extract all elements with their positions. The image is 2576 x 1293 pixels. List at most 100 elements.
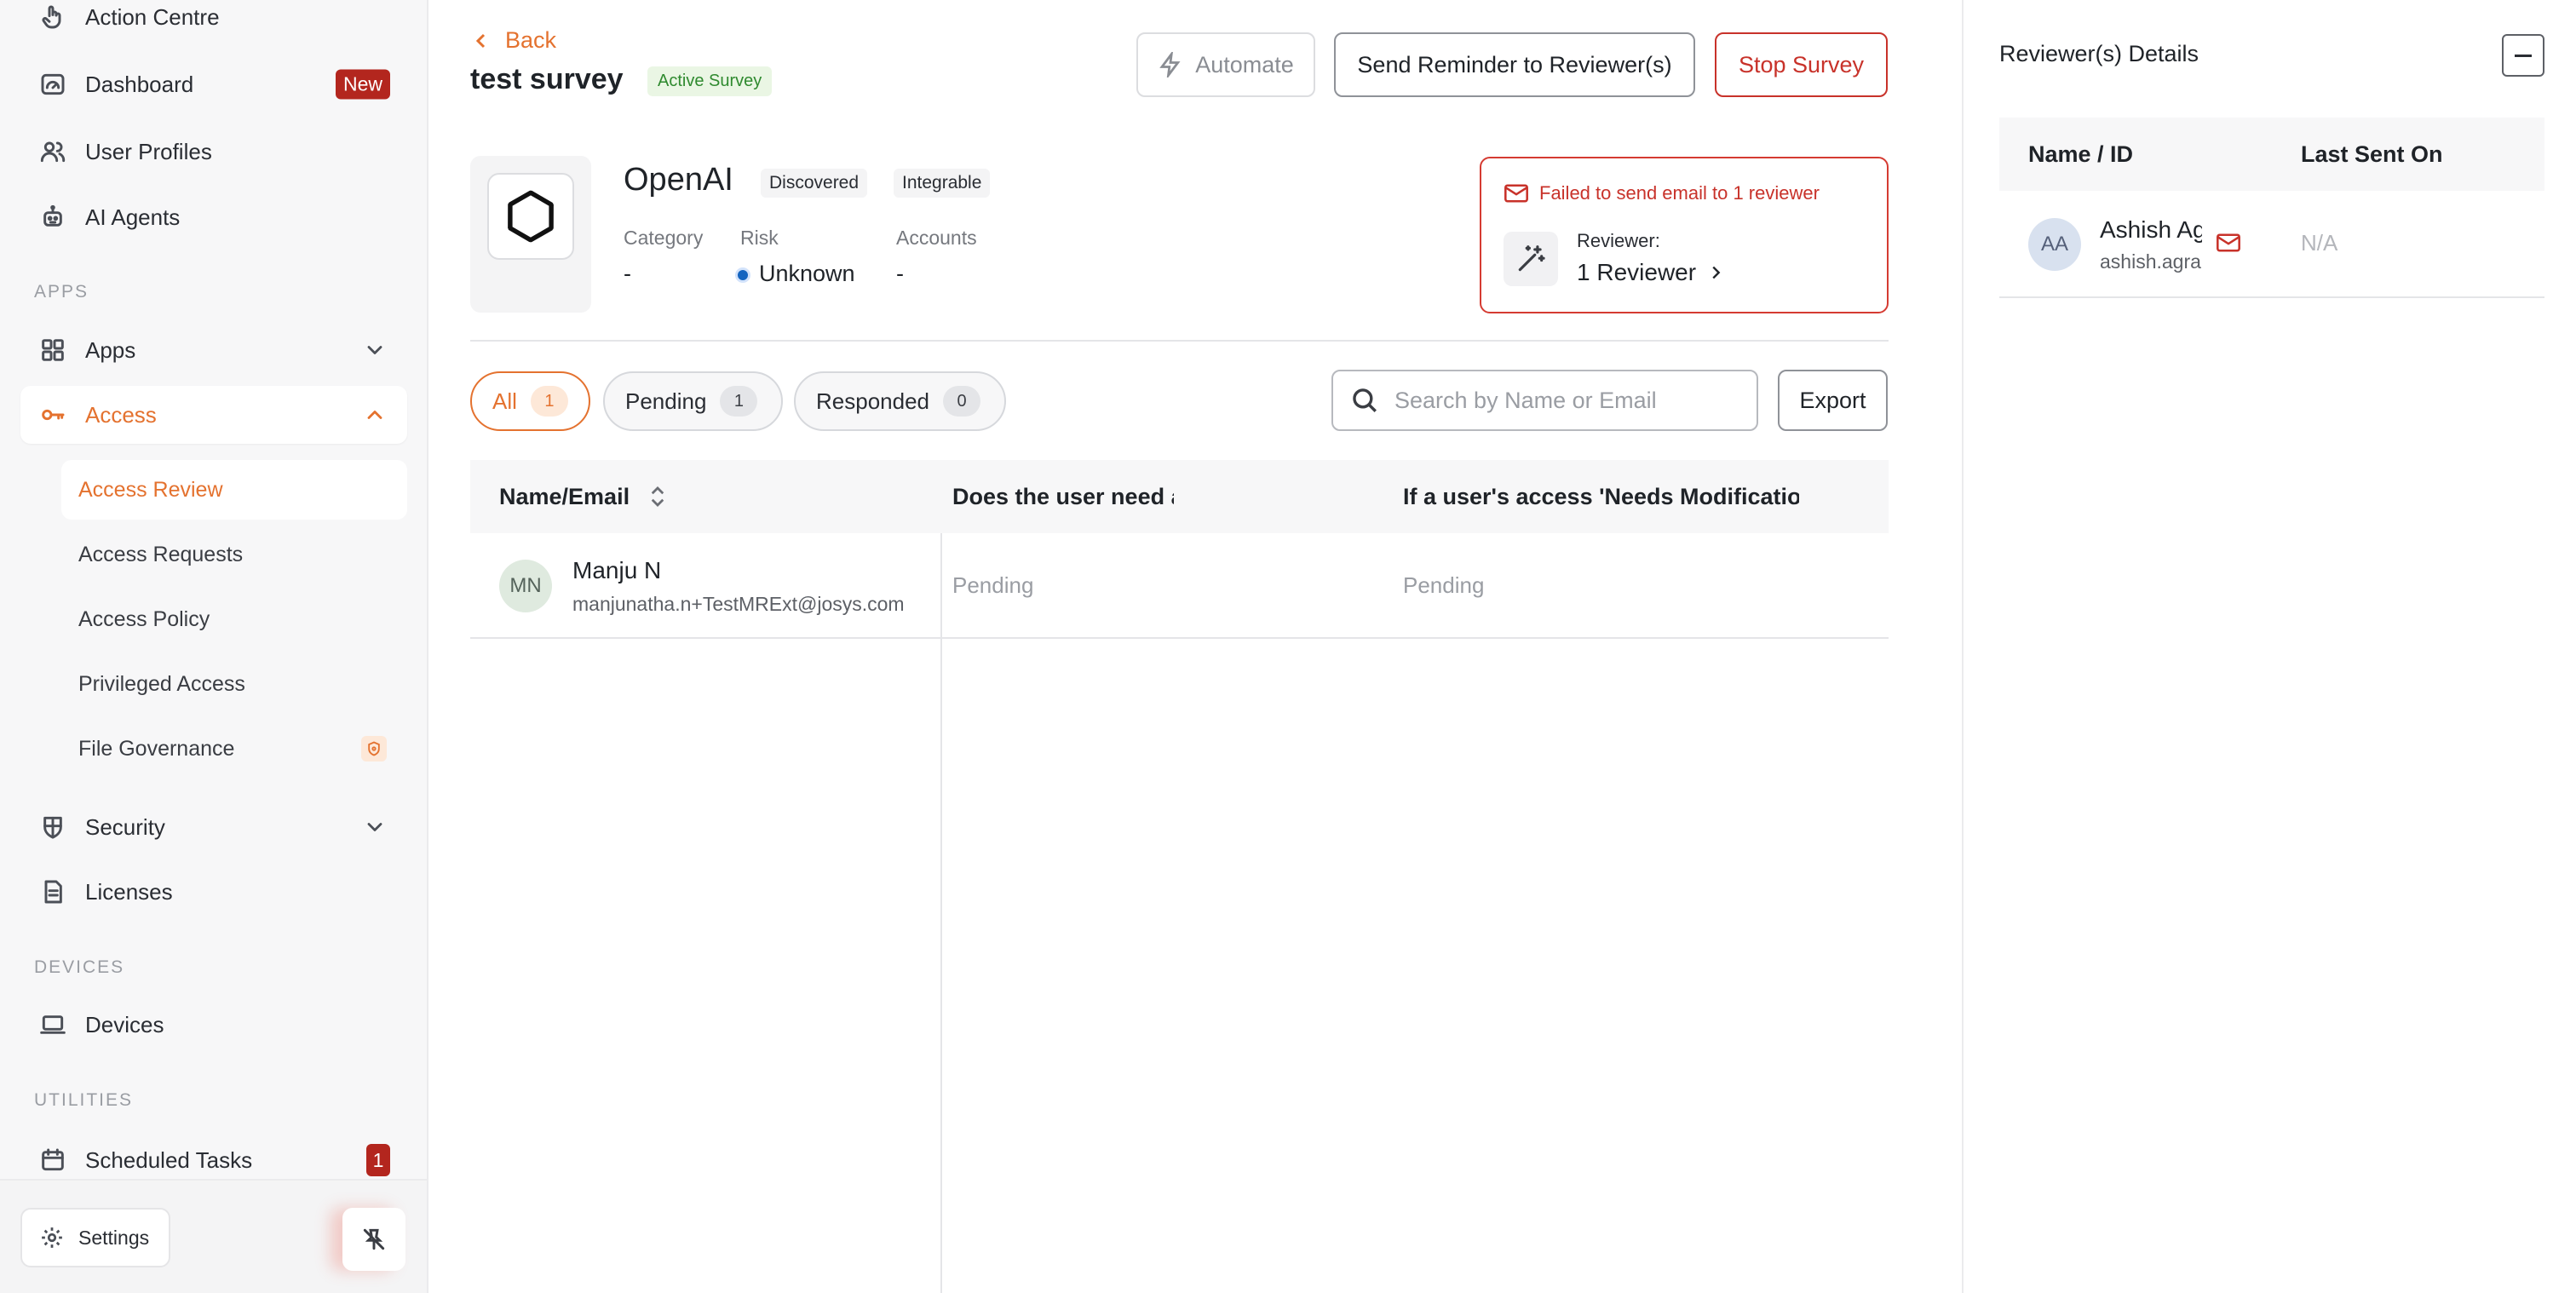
send-reminder-button[interactable]: Send Reminder to Reviewer(s) bbox=[1334, 32, 1695, 97]
tab-all[interactable]: All 1 bbox=[470, 371, 590, 431]
section-label-apps: APPS bbox=[34, 282, 89, 302]
accounts-label: Accounts bbox=[896, 227, 977, 249]
reviewer-details-panel: Reviewer(s) Details Name / ID Last Sent … bbox=[1962, 0, 2576, 1293]
collapse-panel-button[interactable] bbox=[2502, 34, 2544, 77]
search-box bbox=[1331, 370, 1758, 431]
sidebar-item-ai-agents[interactable]: AI Agents bbox=[20, 188, 407, 246]
key-icon bbox=[37, 399, 68, 430]
column-divider bbox=[940, 533, 942, 1293]
risk-text: Unknown bbox=[759, 261, 855, 286]
export-button[interactable]: Export bbox=[1778, 370, 1888, 431]
section-divider bbox=[470, 340, 1889, 342]
search-input[interactable] bbox=[1394, 387, 1752, 414]
avatar: MN bbox=[499, 560, 552, 612]
main-content: Back test survey Active Survey Automate … bbox=[428, 0, 1962, 1293]
sidebar-item-access-policy[interactable]: Access Policy bbox=[61, 589, 407, 649]
category-value: - bbox=[624, 261, 631, 286]
sidebar-item-user-profiles[interactable]: User Profiles bbox=[20, 123, 407, 181]
integrable-tag: Integrable bbox=[894, 169, 991, 198]
sidebar-item-label: Action Centre bbox=[85, 3, 220, 30]
sidebar-item-label: Access Policy bbox=[78, 606, 210, 631]
section-label-utilities: UTILITIES bbox=[34, 1090, 134, 1110]
users-icon bbox=[37, 136, 68, 167]
reviewer-label: Reviewer: bbox=[1577, 230, 1660, 251]
shield-outline-icon bbox=[37, 812, 68, 842]
tab-responded[interactable]: Responded 0 bbox=[794, 371, 1006, 431]
sidebar-item-label: File Governance bbox=[78, 736, 235, 761]
sidebar-footer: Settings bbox=[0, 1179, 427, 1293]
risk-label: Risk bbox=[740, 227, 779, 249]
reviewer-link-label: 1 Reviewer bbox=[1577, 259, 1697, 285]
user-name: Manju N bbox=[572, 557, 662, 583]
robot-icon bbox=[37, 202, 68, 233]
document-icon bbox=[37, 876, 68, 907]
settings-button[interactable]: Settings bbox=[20, 1208, 170, 1267]
category-label: Category bbox=[624, 227, 704, 249]
sidebar-item-file-governance[interactable]: File Governance bbox=[61, 719, 407, 779]
automate-label: Automate bbox=[1195, 51, 1294, 78]
chevron-left-icon bbox=[475, 33, 486, 48]
sidebar-item-label: Dashboard bbox=[85, 71, 194, 97]
column-header-question-1: Does the user need access to OpenAI bbox=[952, 483, 1174, 509]
mail-icon bbox=[1504, 184, 1528, 203]
sidebar-item-access[interactable]: Access bbox=[20, 386, 407, 444]
unpin-sidebar-button[interactable] bbox=[342, 1208, 405, 1271]
failure-text: Failed to send email to 1 reviewer bbox=[1539, 182, 1820, 204]
status-badge: Active Survey bbox=[647, 66, 773, 96]
column-header-last-sent: Last Sent On bbox=[2301, 141, 2443, 167]
sidebar-item-apps[interactable]: Apps bbox=[20, 321, 407, 379]
column-header-name-email[interactable]: Name/Email bbox=[499, 460, 669, 533]
sidebar-item-licenses[interactable]: Licenses bbox=[20, 863, 407, 921]
sidebar-item-label: Access Review bbox=[78, 477, 223, 502]
sidebar-item-label: Security bbox=[85, 813, 165, 840]
chevron-down-icon bbox=[363, 815, 387, 839]
openai-logo-icon bbox=[508, 190, 554, 243]
hand-pointer-icon bbox=[37, 2, 68, 32]
new-badge: New bbox=[335, 69, 390, 100]
sidebar-item-devices[interactable]: Devices bbox=[20, 996, 407, 1054]
gauge-icon bbox=[37, 69, 68, 100]
reviewer-table-header: Name / ID Last Sent On bbox=[1999, 118, 2544, 191]
sidebar-item-privileged-access[interactable]: Privileged Access bbox=[61, 654, 407, 714]
column-header-label: Name/Email bbox=[499, 483, 630, 509]
reviewer-row[interactable]: AA Ashish Ag ashish.agra N/A bbox=[1999, 191, 2544, 298]
sidebar-item-dashboard[interactable]: Dashboard New bbox=[20, 55, 407, 113]
automate-button[interactable]: Automate bbox=[1136, 32, 1315, 97]
sort-icon[interactable] bbox=[647, 484, 669, 509]
magic-wand-icon bbox=[1504, 232, 1558, 286]
avatar: AA bbox=[2028, 218, 2081, 271]
app-logo bbox=[470, 156, 591, 313]
sidebar-item-label: Apps bbox=[85, 336, 136, 363]
tab-label: All bbox=[492, 388, 517, 414]
sidebar-item-access-review[interactable]: Access Review bbox=[61, 460, 407, 520]
table-row[interactable]: MN Manju N manjunatha.n+TestMRExt@josys.… bbox=[470, 533, 1889, 639]
discovered-tag: Discovered bbox=[761, 169, 868, 198]
sidebar-item-label: AI Agents bbox=[85, 204, 181, 230]
tab-count: 1 bbox=[530, 386, 568, 417]
sidebar-item-action-centre[interactable]: Action Centre bbox=[20, 0, 407, 46]
column-header-question-2: If a user's access 'Needs Modificatio bbox=[1403, 483, 1799, 509]
sidebar-item-access-requests[interactable]: Access Requests bbox=[61, 525, 407, 584]
risk-value: Unknown bbox=[735, 261, 855, 287]
pin-off-icon bbox=[363, 1228, 385, 1250]
sidebar-item-label: Privileged Access bbox=[78, 671, 245, 696]
gear-icon bbox=[42, 1227, 62, 1248]
tab-pending[interactable]: Pending 1 bbox=[603, 371, 783, 431]
chevron-up-icon bbox=[363, 403, 387, 427]
tab-label: Responded bbox=[816, 388, 929, 414]
failure-message: Failed to send email to 1 reviewer bbox=[1504, 182, 1820, 204]
sidebar-item-security[interactable]: Security bbox=[20, 798, 407, 856]
chevron-right-icon bbox=[1712, 266, 1721, 279]
reviewer-link[interactable]: 1 Reviewer bbox=[1577, 259, 1725, 286]
search-icon bbox=[1353, 388, 1377, 412]
calendar-icon bbox=[37, 1145, 68, 1175]
grid-icon bbox=[37, 335, 68, 365]
risk-dot-icon bbox=[735, 267, 750, 283]
app-name: OpenAI bbox=[624, 162, 733, 198]
sidebar-item-label: User Profiles bbox=[85, 138, 212, 164]
sidebar-item-label: Scheduled Tasks bbox=[85, 1146, 253, 1173]
back-link[interactable]: Back bbox=[471, 27, 556, 54]
chevron-down-icon bbox=[363, 338, 387, 362]
scheduled-tasks-count-badge: 1 bbox=[366, 1144, 390, 1176]
stop-survey-button[interactable]: Stop Survey bbox=[1715, 32, 1888, 97]
